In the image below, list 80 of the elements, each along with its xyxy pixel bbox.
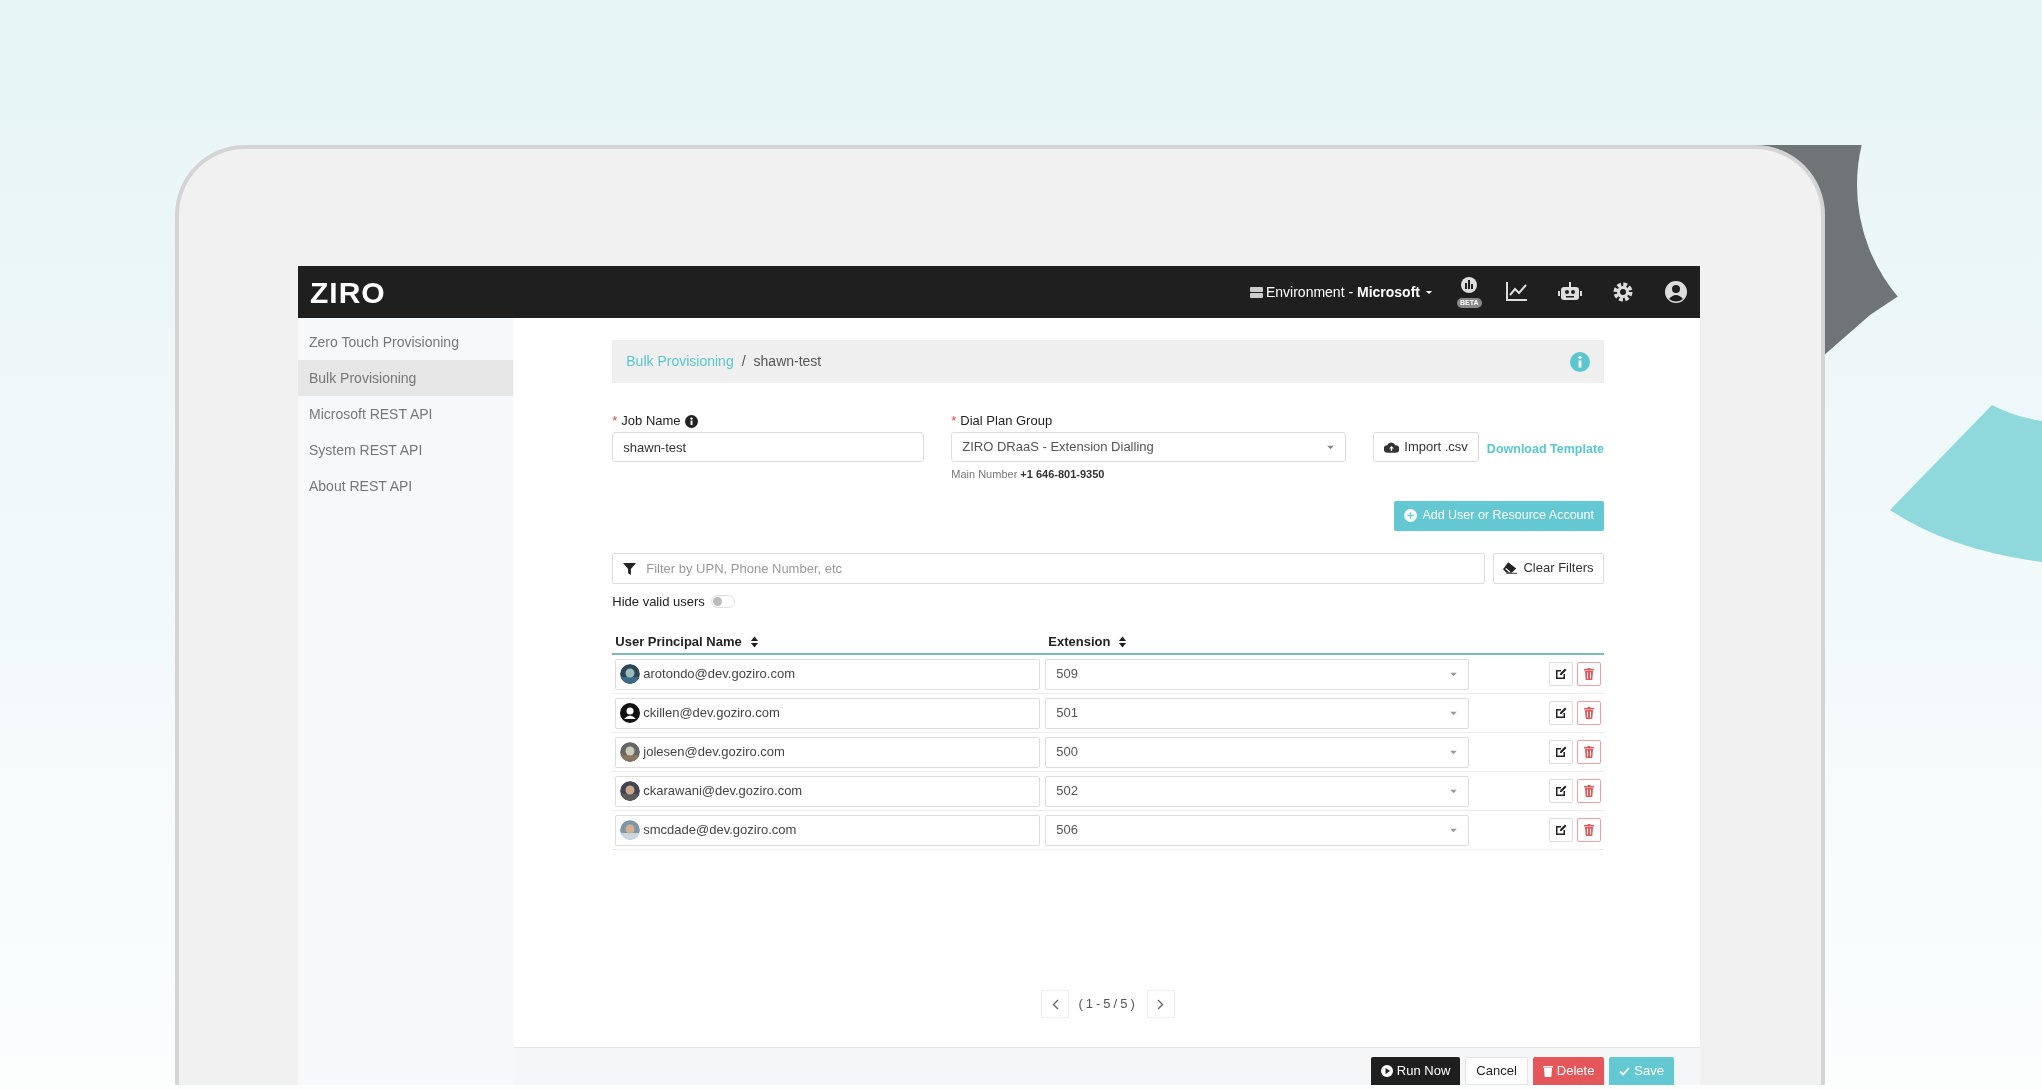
- required-mark: *: [612, 412, 618, 431]
- delete-button[interactable]: [1577, 701, 1601, 725]
- main-number-text: Main Number +1 646-801-9350: [951, 467, 1106, 482]
- edit-icon: [1555, 668, 1567, 680]
- sidebar-item[interactable]: Microsoft REST API: [298, 396, 514, 432]
- settings-icon[interactable]: [1611, 280, 1635, 304]
- delete-button[interactable]: [1577, 779, 1601, 803]
- check-icon: [1619, 1066, 1631, 1076]
- extension-dropdown[interactable]: 501: [1045, 697, 1470, 729]
- input-field[interactable]: shawn-test: [612, 432, 925, 462]
- sidebar-item[interactable]: Zero Touch Provisioning: [298, 324, 514, 360]
- extension-dropdown[interactable]: 506: [1045, 814, 1470, 846]
- import-csv-button[interactable]: Import .csv: [1373, 432, 1479, 462]
- eraser-icon: [1503, 562, 1518, 574]
- trash-icon: [1542, 1065, 1553, 1077]
- edit-icon: [1555, 824, 1567, 836]
- extension-dropdown[interactable]: 509: [1045, 658, 1470, 690]
- server-icon: [1249, 286, 1263, 298]
- edit-button[interactable]: [1549, 779, 1573, 803]
- delete-button[interactable]: [1577, 662, 1601, 686]
- edit-button[interactable]: [1549, 818, 1573, 842]
- filter-icon: [623, 562, 637, 575]
- trash-icon: [1584, 668, 1594, 680]
- sidebar-item[interactable]: Bulk Provisioning: [298, 360, 514, 396]
- info-icon: [1570, 351, 1590, 372]
- upn-field[interactable]: ckillen@dev.goziro.com: [615, 697, 1041, 729]
- trash-icon: [1584, 824, 1594, 836]
- extension-dropdown[interactable]: 502: [1045, 775, 1470, 807]
- trash-icon: [1584, 746, 1594, 758]
- column-header[interactable]: User Principal Name: [615, 632, 742, 652]
- upn-field[interactable]: ckarawani@dev.goziro.com: [615, 775, 1041, 807]
- required-mark: *: [951, 412, 957, 431]
- caret-icon: [1425, 289, 1433, 295]
- breadcrumb-current: shawn-test: [753, 352, 822, 371]
- caret-icon: [1449, 710, 1459, 716]
- line-chart-icon[interactable]: [1505, 280, 1529, 304]
- upn-field[interactable]: arotondo@dev.goziro.com: [615, 658, 1041, 690]
- trash-icon: [1584, 707, 1594, 719]
- trash-icon: [1584, 785, 1594, 797]
- edit-icon: [1555, 746, 1567, 758]
- plus-circle-icon: [1404, 509, 1418, 522]
- upn-field[interactable]: jolesen@dev.goziro.com: [615, 736, 1041, 768]
- delete-button[interactable]: Delete: [1532, 1057, 1605, 1085]
- sidebar-item[interactable]: About REST API: [298, 468, 514, 504]
- clear-filters-button[interactable]: Clear Filters: [1493, 552, 1604, 584]
- column-header[interactable]: Extension: [1048, 632, 1111, 652]
- extension-dropdown[interactable]: 500: [1045, 736, 1470, 768]
- edit-icon: [1555, 785, 1567, 797]
- edit-button[interactable]: [1549, 662, 1573, 686]
- info-icon: [684, 414, 698, 428]
- sidebar-item[interactable]: System REST API: [298, 432, 514, 468]
- run-now-button[interactable]: Run Now: [1370, 1057, 1461, 1085]
- edit-button[interactable]: [1549, 701, 1573, 725]
- toggle-switch[interactable]: [710, 594, 735, 608]
- filter-field[interactable]: Filter by UPN, Phone Number, etc: [612, 552, 1485, 584]
- toggle-label: Hide valid users: [612, 592, 705, 611]
- breadcrumb-separator: /: [741, 352, 746, 371]
- delete-button[interactable]: [1577, 818, 1601, 842]
- dropdown-field[interactable]: ZIRO DRaaS - Extension Dialling: [951, 432, 1347, 462]
- caret-icon: [1449, 671, 1459, 677]
- user-avatar-icon: [620, 703, 641, 723]
- chevron-left-icon: [1052, 998, 1059, 1010]
- cancel-button[interactable]: Cancel: [1465, 1057, 1528, 1085]
- user-account-icon[interactable]: [1664, 280, 1688, 304]
- field-label: Dial Plan Group: [960, 412, 1053, 431]
- edit-icon: [1555, 707, 1567, 719]
- page-range-text: (1-5/5): [1078, 995, 1138, 1014]
- caret-icon: [1326, 444, 1336, 450]
- caret-icon: [1449, 827, 1459, 833]
- chevron-right-icon: [1157, 998, 1165, 1010]
- caret-icon: [1449, 788, 1459, 794]
- caret-icon: [1449, 749, 1459, 755]
- logo: ZIRO: [310, 274, 386, 311]
- upn-field[interactable]: smcdade@dev.goziro.com: [615, 814, 1041, 846]
- delete-button[interactable]: [1577, 740, 1601, 764]
- environment-dropdown[interactable]: Environment - Microsoft: [1249, 281, 1433, 303]
- play-icon: [1380, 1065, 1393, 1077]
- edit-button[interactable]: [1549, 740, 1573, 764]
- field-label: Job Name: [621, 412, 681, 431]
- cloud-upload-icon: [1384, 441, 1400, 453]
